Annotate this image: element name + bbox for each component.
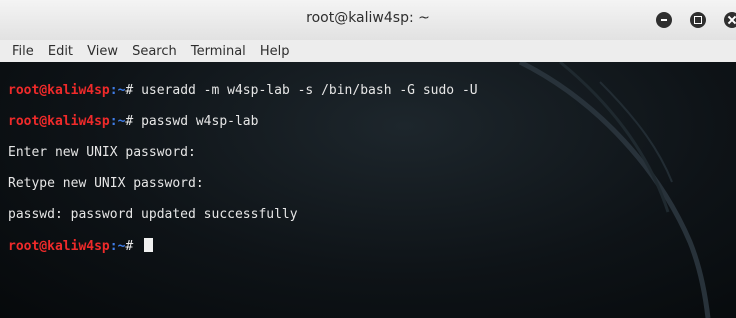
prompt-symbol: # (125, 113, 142, 129)
menu-help[interactable]: Help (260, 41, 290, 63)
title-bar[interactable]: root@kaliw4sp: ~ (0, 0, 736, 41)
prompt-path: :~ (109, 113, 126, 129)
window-title: root@kaliw4sp: ~ (306, 10, 430, 26)
text-cursor (144, 237, 154, 252)
prompt-path: :~ (109, 238, 126, 254)
menu-file[interactable]: File (12, 41, 34, 63)
terminal-area[interactable]: root@kaliw4sp:~# useradd -m w4sp-lab -s … (0, 62, 736, 318)
terminal-line: root@kaliw4sp:~# (8, 237, 478, 255)
terminal-line: Enter new UNIX password: (8, 144, 196, 160)
terminal-output: root@kaliw4sp:~# useradd -m w4sp-lab -s … (8, 67, 478, 285)
prompt-user-host: root@kaliw4sp (8, 82, 110, 98)
terminal-window: root@kaliw4sp: ~ File Edit View Search T… (0, 0, 736, 318)
terminal-line: root@kaliw4sp:~# passwd w4sp-lab (8, 114, 478, 130)
maximize-icon[interactable] (690, 12, 706, 28)
command-text: useradd -m w4sp-lab -s /bin/bash -G sudo… (141, 82, 478, 98)
prompt-symbol: # (125, 82, 142, 98)
menu-edit[interactable]: Edit (48, 41, 73, 63)
terminal-line: passwd: password updated successfully (8, 206, 298, 222)
close-icon[interactable] (724, 12, 736, 28)
menu-terminal[interactable]: Terminal (191, 41, 246, 63)
terminal-line: Retype new UNIX password: (8, 175, 204, 191)
menu-bar: File Edit View Search Terminal Help (0, 40, 736, 62)
command-text: passwd w4sp-lab (141, 113, 259, 129)
terminal-line: root@kaliw4sp:~# useradd -m w4sp-lab -s … (8, 83, 478, 99)
menu-search[interactable]: Search (132, 41, 177, 63)
prompt-user-host: root@kaliw4sp (8, 238, 110, 254)
prompt-path: :~ (109, 82, 126, 98)
prompt-user-host: root@kaliw4sp (8, 113, 110, 129)
menu-view[interactable]: View (87, 41, 118, 63)
minimize-icon[interactable] (656, 12, 672, 28)
prompt-symbol: # (125, 238, 142, 254)
